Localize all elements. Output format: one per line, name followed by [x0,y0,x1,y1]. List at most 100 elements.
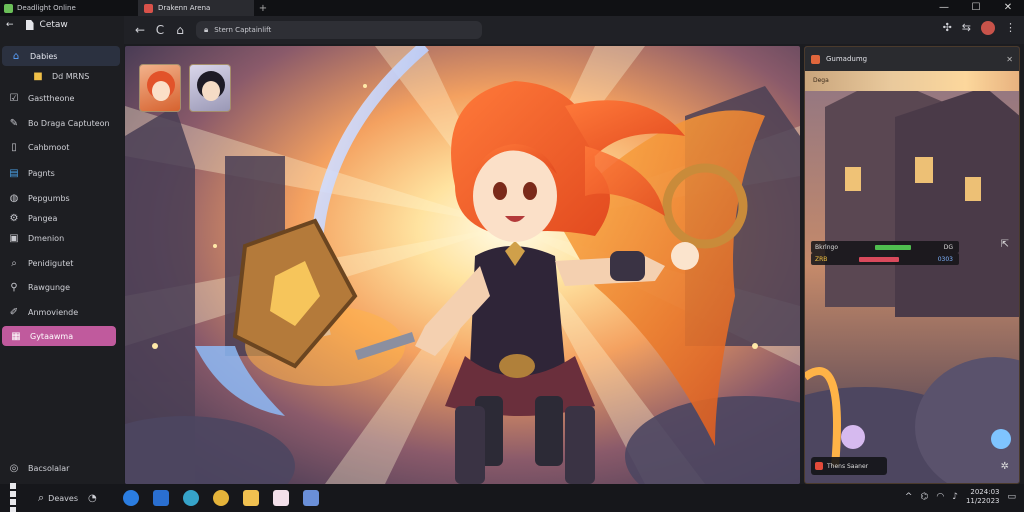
new-tab-button[interactable]: + [254,3,272,14]
sidebar-item-anmoviende[interactable]: ✐ Anmoviende [0,302,124,322]
sidebar-item-label: Gasttheone [28,93,75,103]
stat-bar-2: ZRB 0303 [811,253,959,265]
sidebar-title: Cetaw [39,20,68,30]
sidebar-item-label: Pangea [28,213,58,223]
panel-banner-text: Dega [813,77,829,84]
taskbar-app-edge-icon[interactable] [182,490,199,506]
clock-date: 11/22023 [965,497,1000,505]
sidebar-footer[interactable]: ◎ Bacsolalar [0,458,124,478]
settings-icon: ⚙ [9,212,19,224]
back-arrow-icon[interactable]: ← [6,20,14,30]
menu-icon[interactable]: ⋮ [1005,21,1016,35]
book-icon: ▯ [11,141,17,153]
hp-fill [859,257,899,262]
panel-chip-label: Thens Saaner [827,462,869,470]
panel-chip[interactable]: Thens Saaner [811,457,887,475]
flag-icon [815,462,823,470]
network-icon[interactable]: ⌬ [920,492,928,502]
system-tray: ^ ⌬ ◠ ♪ 2024:03 11/22023 ▭ [905,488,1016,506]
wifi-icon[interactable]: ◠ [936,492,944,502]
clock-time: 2024:03 [970,488,1000,496]
lock-icon: 🔒︎ [204,25,209,34]
extensions-icon[interactable]: ✣ [943,21,952,35]
sidebar-item-cahbmoot[interactable]: ▯ Cahbmoot [0,137,124,157]
windows-logo-icon [10,483,16,489]
sidebar-item-label: Gytaawma [30,331,74,341]
sidebar-item-pangea[interactable]: ⚙ Pangea [0,208,124,228]
brush-icon: ✎ [9,117,19,129]
stat-value: DG [943,243,953,251]
sidebar-item-draga[interactable]: ✎ Bo Draga Captuteon [0,113,124,133]
panel-close-button[interactable]: ✕ [1006,55,1013,64]
stat-label: Bkrlngo [815,243,839,251]
panel-header: Gumadumg ✕ [805,47,1019,71]
start-button[interactable] [4,476,28,512]
minimize-button[interactable]: — [928,0,960,16]
sidebar-item-mrns[interactable]: ■ Dd MRNS [0,66,124,86]
sidebar-item-pepgumbs[interactable]: ◍ Pepgumbs [0,188,124,208]
app-logo-icon [4,3,13,13]
help-icon: ◎ [9,462,19,474]
settings-icon[interactable]: ✲ [1001,461,1009,472]
taskbar-app-calendar-icon[interactable] [302,490,319,506]
sidebar-item-pagnts[interactable]: ▤ Pagnts [0,163,124,183]
square-icon: ▣ [9,232,19,244]
sidebar-item-dmenion[interactable]: ▣ Dmenion [0,228,124,248]
taskbar: ⌕ Deaves ◔ ^ ⌬ ◠ ♪ 2024:03 11/22023 ▭ [0,483,1024,512]
chevron-up-icon[interactable]: ^ [905,492,913,502]
address-bar[interactable]: 🔒︎ Stern Captainlift [196,21,482,39]
tab-favicon-icon [144,3,153,13]
reload-button[interactable]: C [150,23,170,37]
panel-title: Gumadumg [826,55,868,63]
app-title: Deadlight Online [0,3,138,13]
stat-label: ZRB [815,255,828,263]
sidebar-item-label: Cahbmoot [28,142,70,152]
address-text: Stern Captainlift [214,26,272,34]
sidebar-item-dabies[interactable]: ⌂ Dabies [2,46,120,66]
taskbar-app-files-icon[interactable] [242,490,259,506]
home-button[interactable]: ⌂ [170,23,190,37]
sidebar-item-gasttheone[interactable]: ☑ Gasttheone [0,88,124,108]
portrait-dark-icon [197,71,225,101]
notifications-icon[interactable]: ▭ [1007,492,1016,502]
expand-icon[interactable]: ⇱ [1001,239,1009,250]
taskbar-app-docs-icon[interactable] [272,490,289,506]
sidebar-item-label: Rawgunge [28,282,71,292]
taskbar-app-browser-icon[interactable] [122,490,139,506]
game-viewport[interactable] [125,46,800,484]
tab-label: Drakenn Arena [158,4,211,12]
sidebar-item-penidigutet[interactable]: ⌕ Penidigutet [0,253,124,273]
tab-active[interactable]: Drakenn Arena [138,0,254,16]
calendar-icon: ▦ [11,330,21,342]
volume-icon[interactable]: ♪ [952,492,958,502]
search-icon: ⌕ [11,257,17,269]
app-title-text: Deadlight Online [17,4,76,12]
taskbar-search[interactable]: ⌕ Deaves ◔ [38,491,97,505]
home-icon: ⌂ [12,50,20,62]
pen-icon: ✐ [9,306,19,318]
sidebar-item-label: Dd MRNS [52,71,90,81]
back-button[interactable]: ← [130,23,150,37]
page-icon: ▤ [9,167,19,179]
toolbar-actions: ✣ ⇆ ⋮ [943,21,1016,35]
share-icon[interactable]: ⇆ [962,21,971,35]
party-portrait-1[interactable] [139,64,181,112]
maximize-button[interactable]: ☐ [960,0,992,16]
stat-fill [875,245,911,250]
taskbar-app-store-icon[interactable] [152,490,169,506]
sidebar-item-label: Dmenion [28,233,65,243]
avatar[interactable] [981,21,995,35]
portrait-red-icon [147,71,175,101]
browser-toolbar: ← C ⌂ 🔒︎ Stern Captainlift ✣ ⇆ ⋮ [124,16,1024,44]
title-bar: Deadlight Online Drakenn Arena + — ☐ ✕ [0,0,1024,16]
close-button[interactable]: ✕ [992,0,1024,16]
taskbar-app-chrome-icon[interactable] [212,490,229,506]
clock[interactable]: 2024:03 11/22023 [966,488,1000,506]
panel-background [805,47,1019,483]
globe-icon: ◍ [9,192,19,204]
sidebar-item-rawgunge[interactable]: ⚲ Rawgunge [0,277,124,297]
party-portrait-2[interactable] [189,64,231,112]
chat-icon: ◔ [87,492,97,504]
sidebar-item-gytaawma[interactable]: ▦ Gytaawma [2,326,116,346]
folder-icon: ■ [33,70,43,82]
